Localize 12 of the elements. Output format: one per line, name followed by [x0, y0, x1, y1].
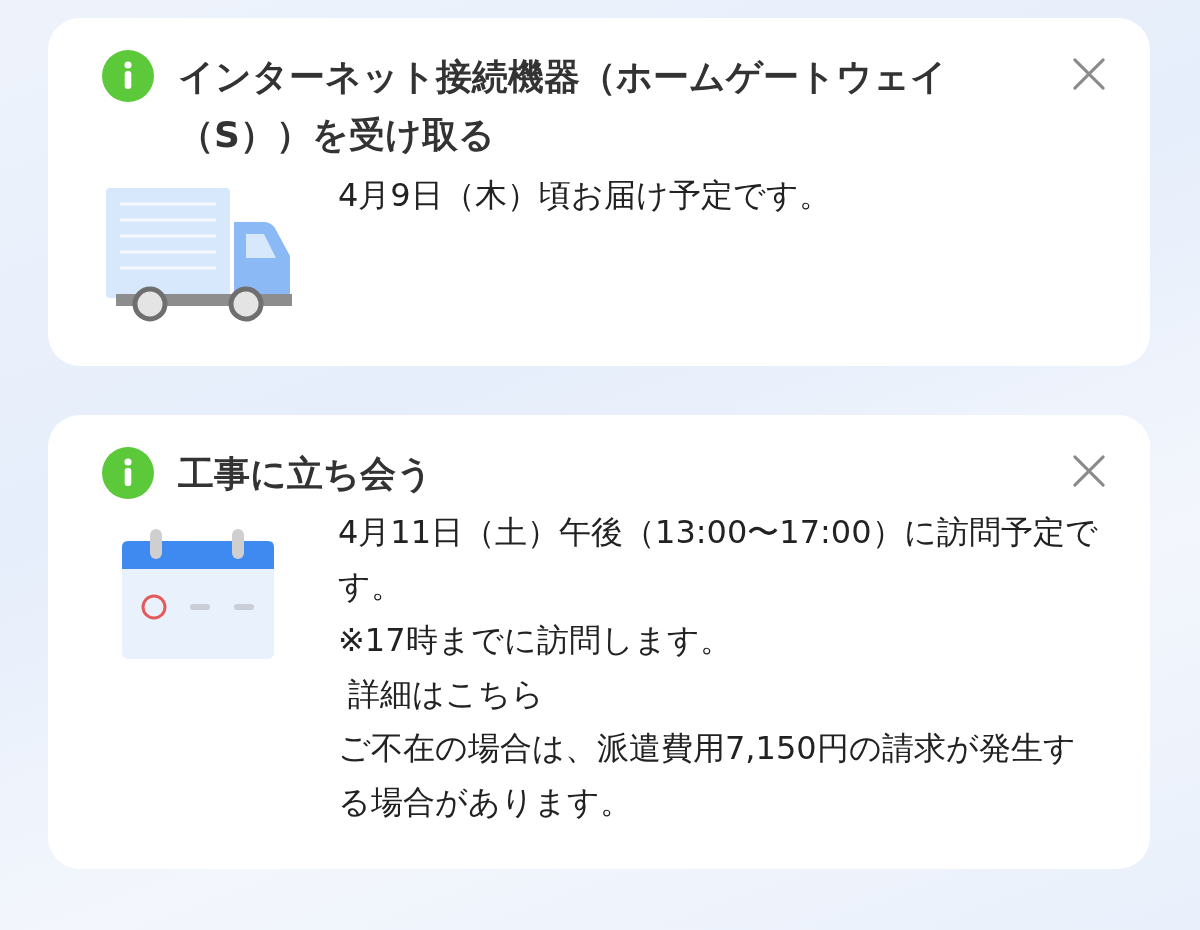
close-icon[interactable] — [1072, 57, 1106, 91]
notice-text: 詳細はこちら — [347, 674, 546, 715]
card-title: インターネット接続機器（ホームゲートウェイ（S））を受け取る — [178, 55, 948, 157]
calendar-icon — [122, 529, 274, 659]
notice-text: 4月11日（土）午後（13:00〜17:00）に訪問予定です。 — [338, 512, 1098, 607]
close-icon[interactable] — [1072, 454, 1106, 488]
card-title: 工事に立ち会う — [178, 452, 434, 496]
notice-text: ※17時までに訪問します。 — [338, 620, 733, 661]
info-icon — [102, 447, 154, 499]
info-icon — [102, 50, 154, 102]
notice-text: ご不在の場合は、派遣費用7,150円の請求が発生する場合があります。 — [338, 728, 1077, 823]
notice-text: 4月9日（木）頃お届け予定です。 — [338, 175, 832, 216]
